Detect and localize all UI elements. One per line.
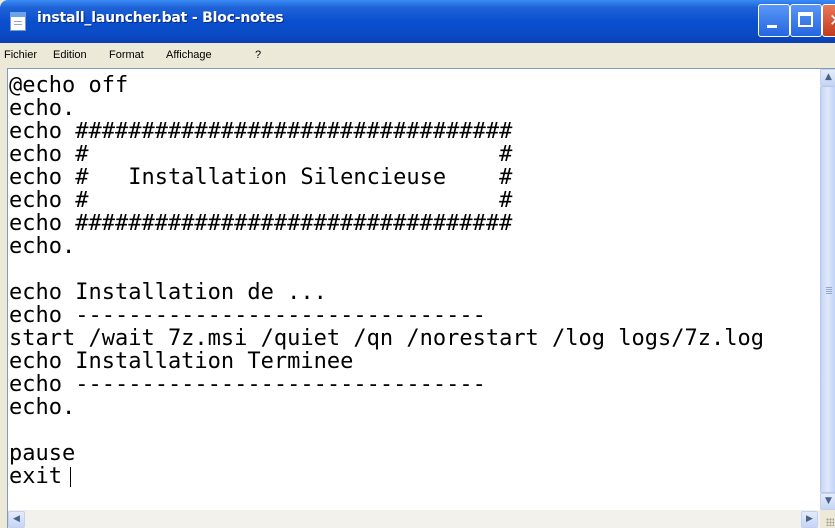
- text-caret: [70, 467, 71, 487]
- scroll-left-button[interactable]: ◀: [8, 511, 25, 528]
- editor-line: exit: [9, 464, 62, 489]
- menu-affichage[interactable]: Affichage: [166, 49, 212, 61]
- menu-fichier-label: Fichier: [4, 49, 38, 61]
- menu-fichier[interactable]: Fichier: [4, 49, 37, 61]
- editor-line: start /wait 7z.msi /quiet /qn /norestart…: [9, 326, 764, 351]
- scroll-grip-icon: [826, 287, 832, 295]
- menu-edition-label: Edition: [53, 49, 87, 61]
- menu-help[interactable]: ?: [255, 49, 261, 61]
- vertical-scrollbar[interactable]: ▲ ▼: [820, 69, 835, 510]
- editor-line: echo # Installation Silencieuse #: [9, 165, 513, 190]
- menu-affichage-label: Affichage: [166, 49, 212, 61]
- title-bar[interactable]: install_launcher.bat - Bloc-notes: [0, 0, 835, 43]
- window-title: install_launcher.bat - Bloc-notes: [37, 10, 284, 26]
- scroll-down-button[interactable]: ▼: [820, 493, 835, 510]
- scroll-right-button[interactable]: ▶: [801, 511, 818, 528]
- resize-corner[interactable]: [820, 510, 835, 528]
- menu-format[interactable]: Format: [109, 49, 144, 61]
- editor-line: @echo off: [9, 73, 129, 98]
- editor-line: pause: [9, 441, 76, 466]
- notepad-window: install_launcher.bat - Bloc-notes Fichie…: [0, 0, 835, 528]
- editor-line: echo.: [9, 234, 76, 259]
- editor-line: echo -------------------------------: [9, 303, 486, 328]
- editor-line: echo.: [9, 395, 76, 420]
- horizontal-scrollbar[interactable]: ◀ ▶: [8, 510, 820, 528]
- editor-line: echo # #: [9, 188, 513, 213]
- menu-edition[interactable]: Edition: [53, 49, 87, 61]
- editor-line: echo -------------------------------: [9, 372, 486, 397]
- editor-line: echo #################################: [9, 119, 513, 144]
- editor-frame: @echo off echo. echo ###################…: [7, 68, 835, 528]
- editor-line: echo.: [9, 96, 76, 121]
- text-editor[interactable]: @echo off echo. echo ###################…: [8, 69, 818, 510]
- notepad-icon[interactable]: [10, 12, 26, 31]
- vertical-scroll-thumb[interactable]: [820, 86, 835, 493]
- scroll-up-button[interactable]: ▲: [820, 69, 835, 86]
- maximize-button[interactable]: [790, 4, 822, 37]
- close-button[interactable]: [822, 4, 835, 37]
- menu-format-label: Format: [109, 49, 144, 61]
- editor-line: echo #################################: [9, 211, 513, 236]
- editor-line: echo Installation de ...: [9, 280, 327, 305]
- menu-help-label: ?: [255, 49, 262, 61]
- menu-bar: Fichier Edition Format Affichage ?: [0, 43, 835, 68]
- minimize-button[interactable]: [758, 4, 790, 37]
- editor-line: echo # #: [9, 142, 513, 167]
- resize-grip-icon: [826, 518, 834, 526]
- editor-line: echo Installation Terminee: [9, 349, 354, 374]
